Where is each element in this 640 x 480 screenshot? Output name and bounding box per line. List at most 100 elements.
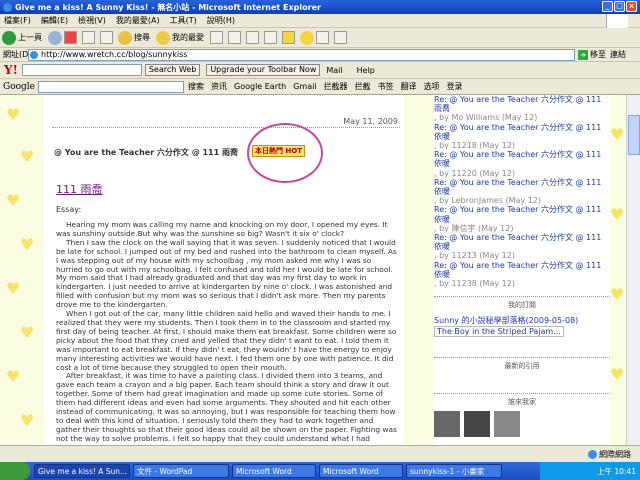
home-icon[interactable] [100, 31, 113, 44]
options-button[interactable]: 选项 [424, 81, 440, 92]
yahoo-logo[interactable]: Y! [4, 63, 18, 77]
mail-icon[interactable] [228, 31, 241, 44]
bookmarks-button[interactable]: 书签 [378, 81, 394, 92]
maximize-button[interactable]: □ [614, 1, 625, 12]
stop-icon[interactable] [64, 31, 77, 44]
google-logo[interactable]: Google [3, 82, 35, 92]
visitor-avatars [434, 411, 610, 438]
page-icon [30, 51, 38, 59]
paragraph: Then I saw the clock on the wall saying … [56, 237, 397, 310]
search-button[interactable]: 搜尋 [118, 30, 150, 45]
address-input[interactable]: http://www.wretch.cc/blog/sunnykiss [28, 49, 575, 61]
menu-tools[interactable]: 工具(T) [170, 15, 197, 26]
interceptor-button[interactable]: 拦截器 [324, 81, 348, 92]
list-item: Re: @ You are the Teacher 六分作文 @ 111 依暖,… [434, 150, 602, 178]
search-icon [118, 30, 132, 45]
back-arrow-icon [2, 30, 16, 45]
yahoo-toolbar: Y! Search Web Upgrade your Toolbar Now M… [0, 62, 640, 79]
start-button[interactable] [0, 462, 30, 480]
close-button[interactable]: × [626, 1, 637, 12]
avatar[interactable] [494, 411, 520, 438]
yahoo-help-button[interactable]: Help [357, 66, 375, 75]
back-button[interactable]: 上一頁 [2, 30, 42, 45]
vertical-scrollbar[interactable] [626, 95, 640, 462]
scroll-thumb[interactable] [628, 115, 640, 155]
go-button[interactable]: ➔ 移至 [578, 49, 606, 60]
research-icon[interactable] [334, 31, 347, 44]
toolbar: 上一頁 搜尋 我的最愛 [0, 28, 640, 48]
address-bar: 網址(D) http://www.wretch.cc/blog/sunnykis… [0, 48, 640, 62]
taskbar-item-word-1[interactable]: Microsoft Word [232, 464, 316, 478]
google-news-button[interactable]: 资讯 [211, 81, 227, 92]
hot-badge: 本日熱門 HOT [252, 145, 306, 157]
print-icon[interactable] [246, 31, 259, 44]
comment-link[interactable]: Re: @ You are the Teacher 六分作文 @ 111 依暖 [434, 233, 601, 251]
menu-edit[interactable]: 編輯(E) [41, 15, 68, 26]
trackbacks-header: 最新的引用 [434, 357, 610, 371]
google-earth-button[interactable]: Google Earth [234, 82, 286, 91]
paragraph: When I got out of the car, many little c… [56, 309, 397, 372]
yahoo-search-input[interactable] [21, 64, 142, 76]
taskbar-item-wordpad[interactable]: 文件 - WordPad [133, 464, 229, 478]
paragraph: After breakfast, it was time to have a p… [56, 371, 397, 443]
subscription-link[interactable]: Sunny 的小說秘學部落格(2009-05-08) [434, 316, 610, 326]
list-item: Re: @ You are the Teacher 六分作文 @ 111 雨喬,… [434, 95, 602, 123]
sidebar: Re: @ You are the Teacher 六分作文 @ 111 雨喬,… [434, 95, 610, 462]
taskbar-item-ie[interactable]: Give me a kiss! A Sun... [34, 464, 130, 478]
avatar[interactable] [464, 411, 490, 438]
comment-link[interactable]: Re: @ You are the Teacher 六分作文 @ 111 雨喬 [434, 95, 601, 113]
heart-pattern-left: ♥ ♥ ♥ ♥ ♥ ♥ ♥ ♥ [6, 105, 35, 430]
menu-favorites[interactable]: 我的最愛(A) [116, 15, 160, 26]
essay-label: Essay: [56, 205, 82, 214]
status-bar: 網際網路 [0, 445, 640, 462]
paragraph: Hearing my mom was calling my name and k… [56, 220, 388, 238]
subscription-title[interactable]: The Boy in the Striped Pajam... [434, 326, 564, 338]
taskbar-item-word-2[interactable]: Microsoft Word [319, 464, 403, 478]
upgrade-toolbar-button[interactable]: Upgrade your Toolbar Now [206, 64, 321, 76]
subscriptions-header: 我的訂閱 [434, 296, 610, 310]
clock[interactable]: 上午 10:41 [597, 466, 636, 477]
security-zone: 網際網路 [588, 449, 631, 460]
windows-logo-icon [606, 14, 628, 28]
list-item: Re: @ You are the Teacher 六分作文 @ 111 依暖,… [434, 233, 602, 261]
yahoo-mail-button[interactable]: Mail [326, 66, 342, 75]
list-item: Re: @ You are the Teacher 六分作文 @ 111 依暖,… [434, 260, 602, 289]
google-search-input[interactable] [38, 80, 184, 93]
popup-blocker-button[interactable]: 拦截 [355, 81, 371, 92]
minimize-button[interactable]: _ [602, 1, 613, 12]
heart-pattern-right: ♥ ♥ ♥ ♥ [610, 125, 625, 384]
messenger-icon[interactable] [316, 31, 329, 44]
google-toolbar: Google 搜索 资讯 Google Earth Gmail 拦截器 拦截 书… [0, 79, 640, 95]
author-link[interactable]: 111 雨喬 [56, 181, 103, 197]
taskbar-item-paint[interactable]: sunnykiss-1 - 小畫家 [406, 464, 502, 478]
comment-link[interactable]: Re: @ You are the Teacher 六分作文 @ 111 依暖 [434, 178, 601, 196]
globe-icon [588, 450, 597, 459]
comment-link[interactable]: Re: @ You are the Teacher 六分作文 @ 111 依暖 [434, 123, 601, 141]
menu-help[interactable]: 說明(H) [207, 15, 235, 26]
system-tray: 上午 10:41 [540, 462, 640, 480]
menu-bar: 檔案(F) 編輯(E) 檢視(V) 我的最愛(A) 工具(T) 說明(H) [0, 14, 640, 28]
avatar[interactable] [434, 411, 460, 438]
post-date: May 11, 2009 [343, 117, 398, 126]
links-button[interactable]: 連結 [610, 49, 626, 60]
sign-in-button[interactable]: 登录 [447, 81, 463, 92]
menu-file[interactable]: 檔案(F) [4, 15, 31, 26]
folder-icon[interactable] [282, 31, 295, 44]
post-title[interactable]: @ You are the Teacher 六分作文 @ 111 雨喬 [54, 147, 238, 158]
google-search-button[interactable]: 搜索 [188, 81, 204, 92]
comment-link[interactable]: Re: @ You are the Teacher 六分作文 @ 111 依暖 [434, 150, 601, 168]
ie-icon [3, 2, 12, 12]
forward-button[interactable] [48, 30, 62, 45]
comment-link[interactable]: Re: @ You are the Teacher 六分作文 @ 111 依暖 [434, 205, 601, 223]
refresh-icon[interactable] [82, 31, 95, 44]
history-icon[interactable] [210, 31, 223, 44]
translate-button[interactable]: 翻译 [401, 81, 417, 92]
favorites-button[interactable]: 我的最愛 [156, 30, 204, 45]
gmail-button[interactable]: Gmail [293, 82, 316, 91]
comment-link[interactable]: Re: @ You are the Teacher 六分作文 @ 111 依暖 [434, 261, 601, 279]
smiley-icon[interactable] [300, 30, 314, 45]
yahoo-search-button[interactable]: Search Web [144, 64, 201, 76]
word-icon[interactable] [264, 31, 277, 44]
window-title: Give me a kiss! A Sunny Kiss! - 無名小站 - M… [15, 2, 321, 12]
menu-view[interactable]: 檢視(V) [78, 15, 106, 26]
